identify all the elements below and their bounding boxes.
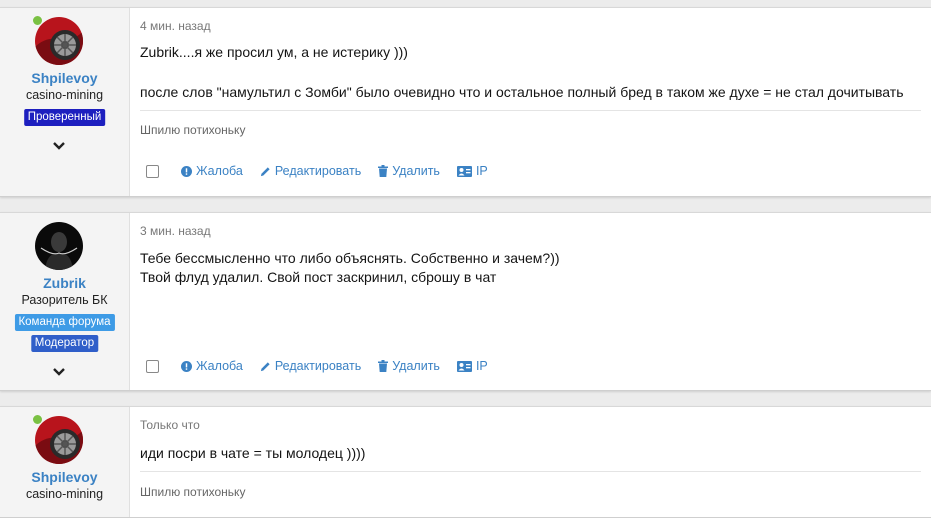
report-button[interactable]: Жалоба	[181, 359, 243, 373]
signature: Шпилю потихоньку	[140, 485, 246, 499]
post-actions: Жалоба Редактировать Удалить IP	[140, 359, 505, 373]
ip-label: IP	[475, 164, 488, 178]
delete-button[interactable]: Удалить	[378, 164, 440, 178]
badge-forum-team: Команда форума	[14, 314, 115, 331]
online-indicator	[32, 414, 43, 425]
id-card-icon	[456, 165, 472, 177]
delete-label: Удалить	[392, 164, 440, 178]
id-card-icon	[456, 360, 472, 372]
message-line: Твой флуд удалил. Свой пост заскринил, с…	[140, 269, 497, 285]
signature: Шпилю потихоньку	[140, 123, 246, 137]
avatar[interactable]	[35, 17, 83, 65]
message-line: после слов "намультил с Зомби" было очев…	[140, 84, 904, 100]
edit-label: Редактировать	[274, 164, 362, 178]
ip-button[interactable]: IP	[456, 359, 488, 373]
chevron-down-icon[interactable]	[52, 367, 66, 377]
avatar[interactable]	[35, 222, 83, 270]
message-line: Zubrik....я же просил ум, а не истерику …	[140, 44, 408, 60]
username[interactable]: Shpilevoy	[0, 469, 129, 485]
pencil-icon	[260, 166, 270, 176]
post-content: Только что иди посри в чате = ты молодец…	[140, 407, 921, 517]
username[interactable]: Zubrik	[0, 275, 129, 291]
select-checkbox[interactable]	[146, 164, 159, 178]
edit-button[interactable]: Редактировать	[260, 359, 361, 373]
message-line: иди посри в чате = ты молодец ))))	[140, 445, 366, 461]
trash-icon	[378, 165, 389, 177]
post-time[interactable]: Только что	[140, 418, 200, 432]
report-label: Жалоба	[196, 359, 243, 373]
badge-moderator: Модератор	[30, 335, 99, 352]
post-content: 4 мин. назад Zubrik....я же просил ум, а…	[140, 8, 921, 196]
select-checkbox[interactable]	[146, 359, 159, 373]
trash-icon	[378, 360, 389, 372]
user-panel: Zubrik Разоритель БК Команда форума Моде…	[0, 213, 130, 390]
signature-divider	[140, 110, 921, 111]
alert-icon	[181, 165, 192, 177]
signature-divider	[140, 471, 921, 472]
post: Zubrik Разоритель БК Команда форума Моде…	[0, 212, 931, 391]
edit-label: Редактировать	[274, 359, 362, 373]
chevron-down-icon[interactable]	[52, 141, 66, 151]
post-time[interactable]: 4 мин. назад	[140, 19, 211, 33]
post: Shpilevoy casino-mining Только что иди п…	[0, 406, 931, 518]
user-title: casino-mining	[25, 487, 104, 501]
badge-verified: Проверенный	[23, 109, 106, 126]
avatar[interactable]	[35, 416, 83, 464]
user-title: casino-mining	[25, 88, 104, 102]
ip-button[interactable]: IP	[456, 164, 488, 178]
report-button[interactable]: Жалоба	[181, 164, 243, 178]
post-time[interactable]: 3 мин. назад	[140, 224, 211, 238]
delete-button[interactable]: Удалить	[378, 359, 440, 373]
report-label: Жалоба	[196, 164, 243, 178]
message-line: Тебе бессмысленно что либо объяснять. Со…	[140, 250, 560, 266]
post-actions: Жалоба Редактировать Удалить IP	[140, 164, 505, 178]
pencil-icon	[260, 361, 270, 371]
alert-icon	[181, 360, 192, 372]
username[interactable]: Shpilevoy	[0, 70, 129, 86]
user-panel: Shpilevoy casino-mining	[0, 407, 130, 517]
user-panel: Shpilevoy casino-mining Проверенный	[0, 8, 130, 196]
post: Shpilevoy casino-mining Проверенный 4 ми…	[0, 7, 931, 197]
delete-label: Удалить	[392, 359, 440, 373]
post-content: 3 мин. назад Тебе бессмысленно что либо …	[140, 213, 921, 390]
user-title: Разоритель БК	[21, 293, 108, 307]
online-indicator	[32, 15, 43, 26]
edit-button[interactable]: Редактировать	[260, 164, 361, 178]
ip-label: IP	[475, 359, 488, 373]
